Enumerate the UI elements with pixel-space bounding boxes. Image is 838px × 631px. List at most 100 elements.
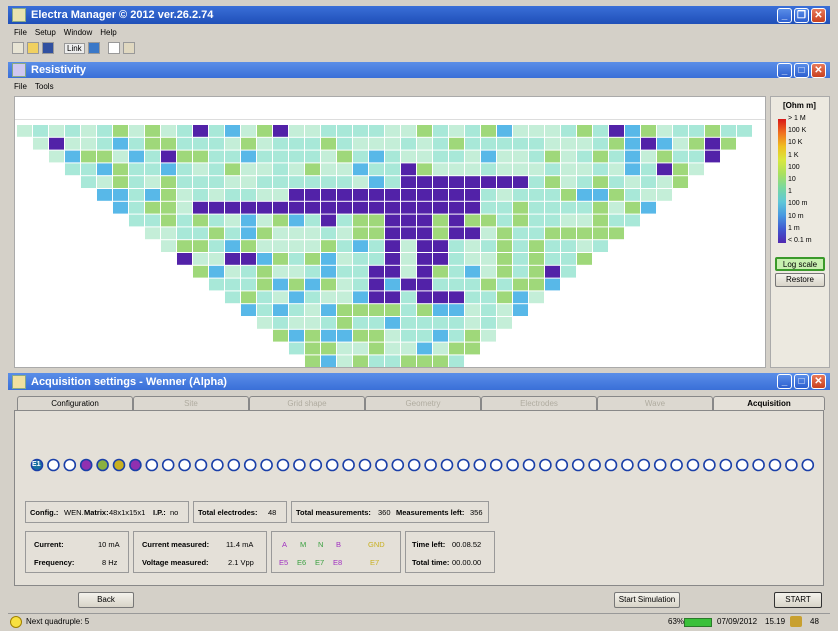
electrode[interactable] xyxy=(588,458,601,472)
electrode[interactable] xyxy=(522,458,536,472)
pseudosection-cell xyxy=(241,291,256,304)
electrode[interactable] xyxy=(407,458,421,472)
electrode[interactable] xyxy=(686,458,700,472)
pseudosection-cell xyxy=(321,278,336,291)
resistivity-minimize-button[interactable]: _ xyxy=(777,63,792,78)
save-icon[interactable] xyxy=(42,42,54,54)
electrode[interactable] xyxy=(79,458,93,472)
minimize-button[interactable]: _ xyxy=(777,8,792,23)
electrode[interactable] xyxy=(358,458,372,472)
pseudosection-cell xyxy=(545,278,560,291)
back-button[interactable]: Back xyxy=(78,592,134,608)
electrode[interactable] xyxy=(227,458,241,472)
electrode[interactable] xyxy=(703,458,716,472)
electrode[interactable] xyxy=(96,458,109,472)
electrode[interactable] xyxy=(719,458,733,472)
electrode[interactable] xyxy=(211,458,224,472)
electrode[interactable] xyxy=(424,458,437,472)
pseudosection-canvas[interactable] xyxy=(14,96,766,368)
close-button[interactable]: ✕ xyxy=(811,8,826,23)
electrode[interactable] xyxy=(539,458,552,472)
electrode[interactable] xyxy=(571,458,585,472)
tab-wave[interactable]: Wave xyxy=(597,396,713,410)
electrode[interactable] xyxy=(342,458,355,472)
acquisition-title-bar[interactable]: Acquisition settings - Wenner (Alpha) _ … xyxy=(8,373,830,390)
electrode[interactable] xyxy=(473,458,487,472)
menu-setup[interactable]: Setup xyxy=(35,28,56,37)
pseudosection-cell xyxy=(193,150,208,163)
pseudosection-cell xyxy=(481,317,496,329)
electrode[interactable] xyxy=(604,458,618,472)
electrode[interactable] xyxy=(129,458,142,472)
electrode[interactable] xyxy=(260,458,273,472)
menu-help[interactable]: Help xyxy=(100,28,116,37)
electrode[interactable] xyxy=(194,458,208,472)
electrode[interactable] xyxy=(293,458,306,472)
electrode[interactable] xyxy=(309,458,323,472)
resistivity-title-bar[interactable]: Resistivity _ □ ✕ xyxy=(8,62,830,78)
electrode[interactable] xyxy=(621,458,634,472)
electrode[interactable] xyxy=(752,458,765,472)
electrode[interactable] xyxy=(653,458,667,472)
electrode[interactable] xyxy=(768,458,782,472)
electrode[interactable] xyxy=(555,458,569,472)
resistivity-close-button[interactable]: ✕ xyxy=(811,63,826,78)
tab-site[interactable]: Site xyxy=(133,396,249,410)
pseudosection-cell xyxy=(321,253,336,265)
app-title-bar[interactable]: Electra Manager © 2012 ver.26.2.74 _ ❐ ✕ xyxy=(8,6,830,24)
electrode[interactable] xyxy=(178,458,191,472)
device-icon[interactable] xyxy=(87,42,100,54)
pseudosection-cell xyxy=(273,150,288,163)
electrode[interactable] xyxy=(457,458,470,472)
link-button[interactable]: Link xyxy=(64,42,85,54)
tab-electrodes[interactable]: Electrodes xyxy=(481,396,597,410)
pseudosection-cell xyxy=(337,125,352,137)
electrode[interactable] xyxy=(801,458,815,472)
tab-geometry[interactable]: Geometry xyxy=(365,396,481,410)
acquisition-maximize-button[interactable]: □ xyxy=(794,374,809,389)
log-scale-toggle[interactable]: Log scale xyxy=(775,257,825,271)
menu-window[interactable]: Window xyxy=(64,28,92,37)
window-icon[interactable] xyxy=(107,42,120,54)
acquisition-close-button[interactable]: ✕ xyxy=(811,374,826,389)
tab-grid-shape[interactable]: Grid shape xyxy=(249,396,365,410)
maximize-button[interactable]: ❐ xyxy=(794,8,809,23)
electrode[interactable] xyxy=(785,458,798,472)
tab-acquisition[interactable]: Acquisition xyxy=(713,396,825,410)
electrode[interactable] xyxy=(375,458,388,472)
electrode[interactable] xyxy=(440,458,454,472)
start-simulation-button[interactable]: Start Simulation xyxy=(614,592,680,608)
open-folder-icon[interactable] xyxy=(27,42,39,54)
electrode[interactable] xyxy=(63,458,77,472)
electrode[interactable] xyxy=(391,458,405,472)
legend-label: 100 xyxy=(788,163,800,171)
electrode[interactable] xyxy=(243,458,257,472)
pseudosection-cell xyxy=(193,137,208,150)
acquisition-minimize-button[interactable]: _ xyxy=(777,374,792,389)
resistivity-maximize-button[interactable]: □ xyxy=(794,63,809,78)
start-button[interactable]: START xyxy=(774,592,822,608)
menu-file[interactable]: File xyxy=(14,28,27,37)
electrode[interactable] xyxy=(325,458,339,472)
electrode[interactable] xyxy=(637,458,651,472)
restore-button[interactable]: Restore xyxy=(775,273,825,287)
pseudosection-cell xyxy=(481,278,496,291)
status-indicator-icon xyxy=(10,616,22,628)
electrode[interactable] xyxy=(276,458,290,472)
pseudosection-cell xyxy=(513,137,528,150)
electrode[interactable] xyxy=(161,458,175,472)
electrode[interactable] xyxy=(145,458,159,472)
chart-icon[interactable] xyxy=(122,42,135,54)
electrode[interactable] xyxy=(735,458,749,472)
electrode[interactable] xyxy=(112,458,126,472)
electrode[interactable] xyxy=(670,458,683,472)
electrode[interactable] xyxy=(489,458,503,472)
resistivity-menu-file[interactable]: File xyxy=(14,82,27,91)
pseudosection-cell xyxy=(385,278,400,291)
resistivity-menu-tools[interactable]: Tools xyxy=(35,82,54,91)
new-file-icon[interactable] xyxy=(12,42,24,54)
tab-configuration[interactable]: Configuration xyxy=(17,396,133,410)
pseudosection-cell xyxy=(401,342,416,355)
electrode[interactable] xyxy=(506,458,519,472)
electrode[interactable] xyxy=(47,458,60,472)
